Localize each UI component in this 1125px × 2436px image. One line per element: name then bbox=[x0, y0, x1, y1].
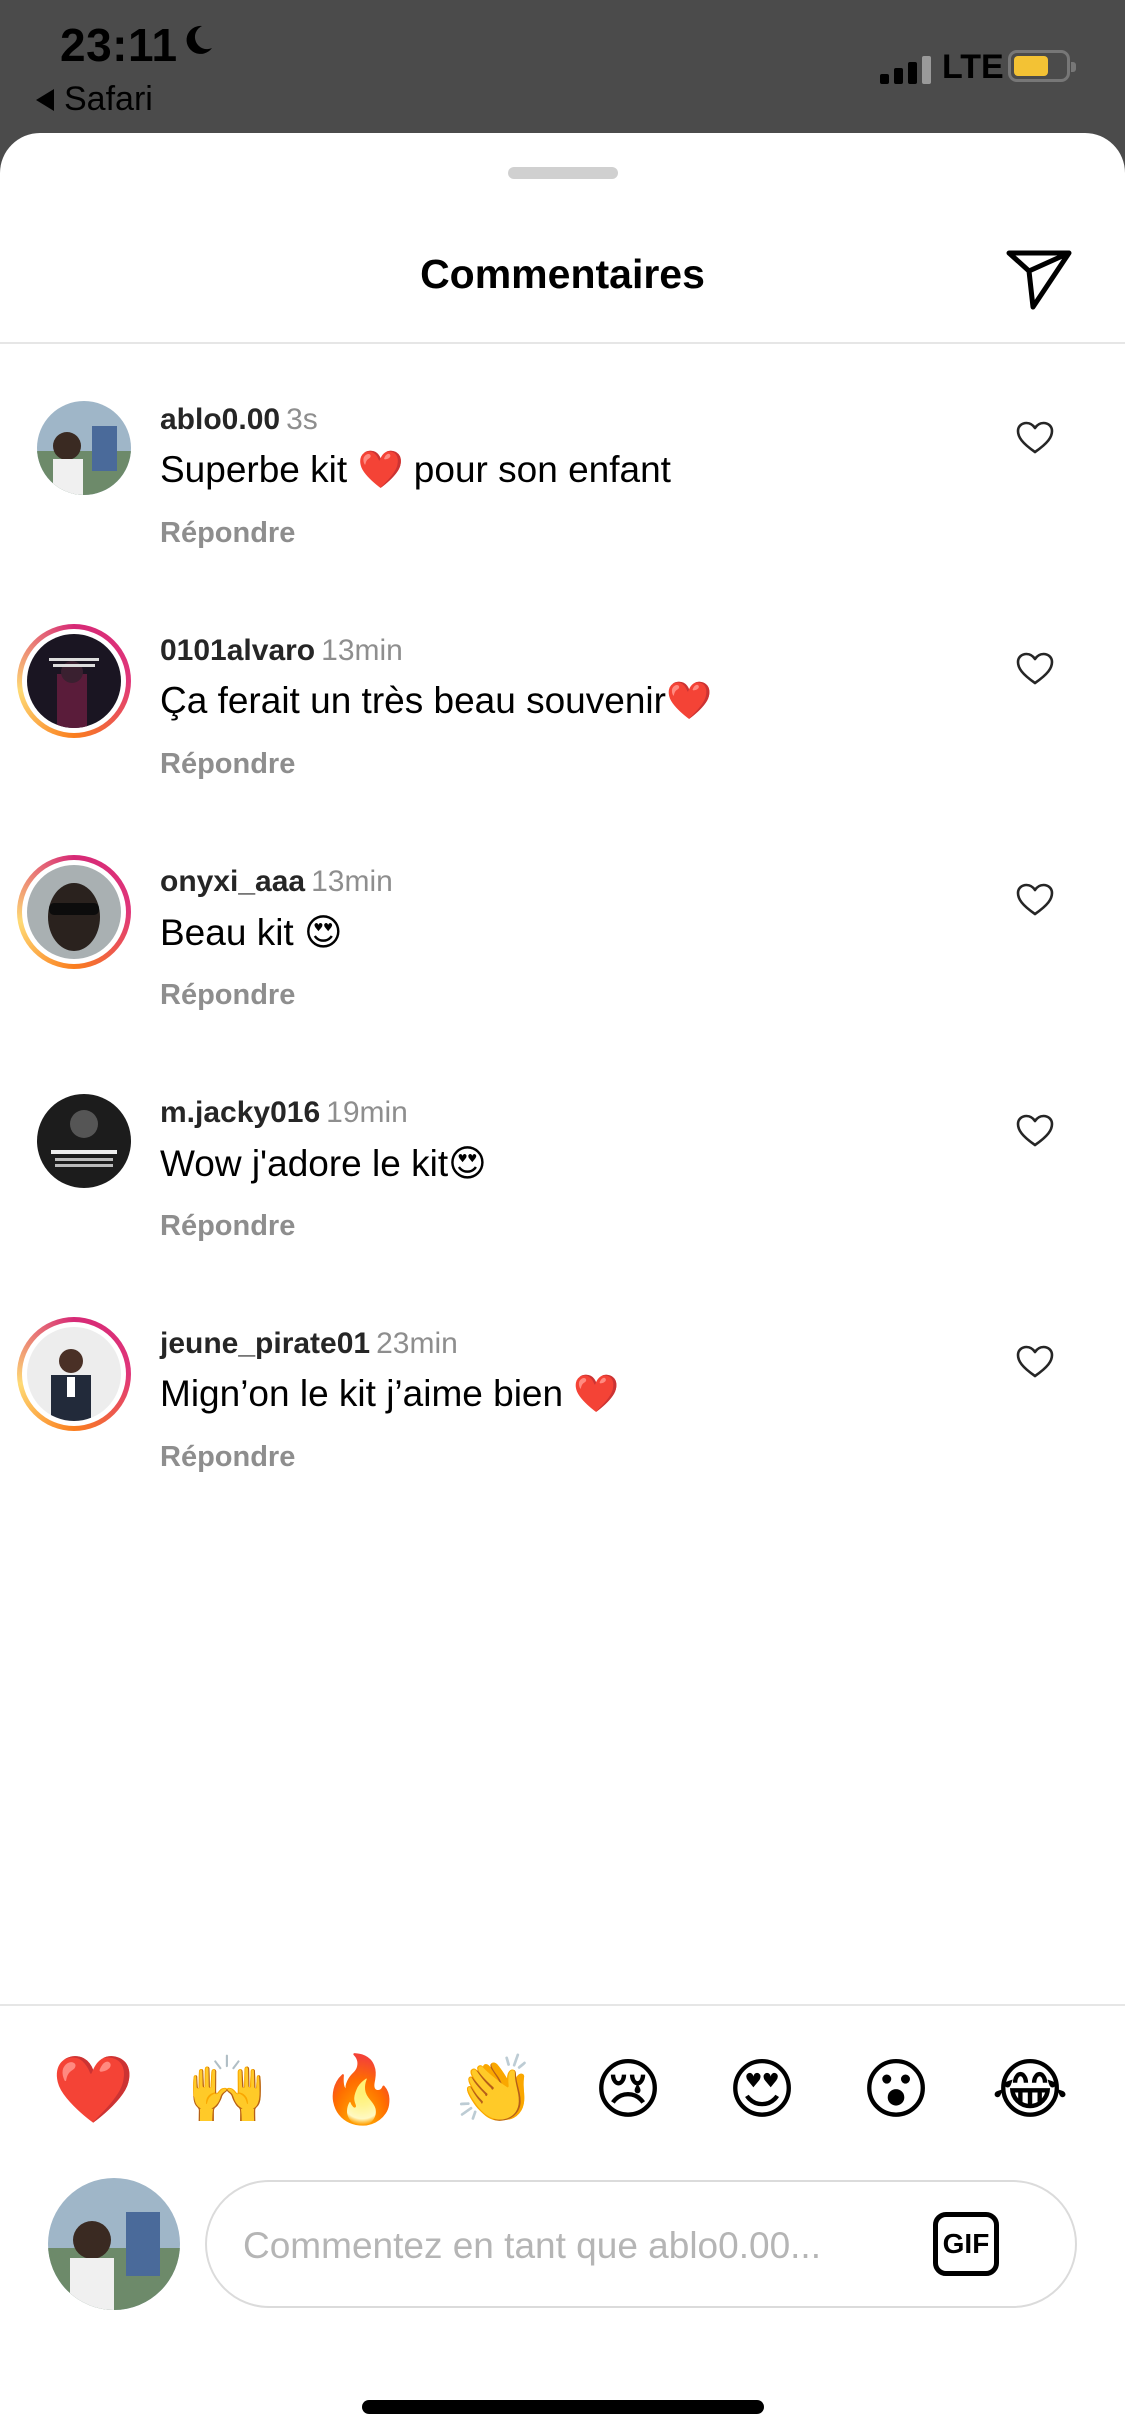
comment-time: 13min bbox=[321, 634, 403, 667]
page-title: Commentaires bbox=[420, 251, 705, 297]
comment-input[interactable] bbox=[241, 2212, 885, 2280]
avatar bbox=[27, 634, 121, 728]
comment-username[interactable]: onyxi_aaa bbox=[160, 865, 305, 898]
sheet-grabber[interactable] bbox=[508, 167, 618, 179]
network-label: LTE bbox=[942, 48, 1004, 86]
comment-item: ablo0.00 3s Superbe kit ❤️ pour son enfan… bbox=[0, 383, 1125, 583]
reply-button[interactable]: Répondre bbox=[160, 517, 295, 550]
avatar[interactable] bbox=[37, 1094, 131, 1188]
heart-icon[interactable] bbox=[1016, 883, 1054, 917]
moon-icon bbox=[186, 25, 212, 54]
comment-time: 3s bbox=[286, 403, 318, 436]
comment-text: Superbe kit ❤️ pour son enfant bbox=[160, 449, 671, 490]
comment-meta: m.jacky016 19min bbox=[160, 1096, 408, 1130]
heart-icon[interactable] bbox=[1016, 421, 1054, 455]
gif-button[interactable]: GIF bbox=[933, 2212, 999, 2276]
comment-meta: ablo0.00 3s bbox=[160, 403, 318, 437]
comment-text: Beau kit 😍 bbox=[160, 912, 343, 953]
quick-emoji-bar: ❤️ 🙌 🔥 👏 😢 😍 😮 😂 bbox=[0, 2050, 1125, 2130]
story-ring[interactable] bbox=[17, 624, 131, 738]
emoji-heart[interactable]: ❤️ bbox=[52, 2050, 134, 2130]
heart-icon[interactable] bbox=[1016, 1114, 1054, 1148]
emoji-joy[interactable]: 😂 bbox=[990, 2050, 1070, 2130]
comment-username[interactable]: ablo0.00 bbox=[160, 403, 280, 436]
comment-item: 0101alvaro 13min Ça ferait un très beau s… bbox=[0, 614, 1125, 814]
reply-button[interactable]: Répondre bbox=[160, 748, 295, 781]
paper-plane-icon[interactable] bbox=[1003, 241, 1075, 313]
comment-time: 23min bbox=[376, 1327, 458, 1360]
emoji-heart-eyes[interactable]: 😍 bbox=[722, 2050, 802, 2130]
emoji-clap[interactable]: 👏 bbox=[454, 2050, 536, 2130]
back-to-app-link[interactable]: Safari bbox=[36, 80, 153, 119]
current-user-avatar bbox=[48, 2178, 180, 2310]
comment-composer: GIF bbox=[205, 2180, 1077, 2308]
comment-item: m.jacky016 19min Wow j'adore le kit😍 Répo… bbox=[0, 1076, 1125, 1276]
emoji-surprised[interactable]: 😮 bbox=[856, 2050, 936, 2130]
comment-username[interactable]: 0101alvaro bbox=[160, 634, 315, 667]
comment-text: Ça ferait un très beau souvenir❤️ bbox=[160, 680, 713, 721]
comment-meta: onyxi_aaa 13min bbox=[160, 865, 393, 899]
avatar bbox=[27, 865, 121, 959]
comment-time: 19min bbox=[326, 1096, 408, 1129]
heart-icon[interactable] bbox=[1016, 652, 1054, 686]
status-bar: 23:11 Safari LTE bbox=[0, 0, 1125, 135]
comment-username[interactable]: jeune_pirate01 bbox=[160, 1327, 370, 1360]
comment-username[interactable]: m.jacky016 bbox=[160, 1096, 320, 1129]
avatar[interactable] bbox=[37, 401, 131, 495]
composer-divider bbox=[0, 2004, 1125, 2006]
emoji-raised-hands[interactable]: 🙌 bbox=[186, 2050, 268, 2130]
comment-time: 13min bbox=[311, 865, 393, 898]
battery-icon bbox=[1008, 50, 1076, 82]
story-ring[interactable] bbox=[17, 855, 131, 969]
comment-item: onyxi_aaa 13min Beau kit 😍 Répondre bbox=[0, 845, 1125, 1045]
comment-text: Mign’on le kit j’aime bien ❤️ bbox=[160, 1373, 620, 1414]
signal-icon bbox=[880, 56, 931, 84]
back-arrow-icon bbox=[36, 88, 54, 111]
heart-icon[interactable] bbox=[1016, 1345, 1054, 1379]
home-indicator[interactable] bbox=[362, 2400, 764, 2414]
comment-meta: jeune_pirate01 23min bbox=[160, 1327, 458, 1361]
header-divider bbox=[0, 342, 1125, 344]
back-app-label: Safari bbox=[64, 80, 153, 118]
status-time: 23:11 bbox=[60, 19, 178, 71]
story-ring[interactable] bbox=[17, 1317, 131, 1431]
avatar bbox=[27, 1327, 121, 1421]
reply-button[interactable]: Répondre bbox=[160, 1210, 295, 1243]
comment-text: Wow j'adore le kit😍 bbox=[160, 1143, 487, 1184]
emoji-fire[interactable]: 🔥 bbox=[320, 2050, 402, 2130]
reply-button[interactable]: Répondre bbox=[160, 1441, 295, 1474]
comment-item: jeune_pirate01 23min Mign’on le kit j’aim… bbox=[0, 1307, 1125, 1507]
comment-meta: 0101alvaro 13min bbox=[160, 634, 403, 668]
reply-button[interactable]: Répondre bbox=[160, 979, 295, 1012]
emoji-crying[interactable]: 😢 bbox=[588, 2050, 668, 2130]
